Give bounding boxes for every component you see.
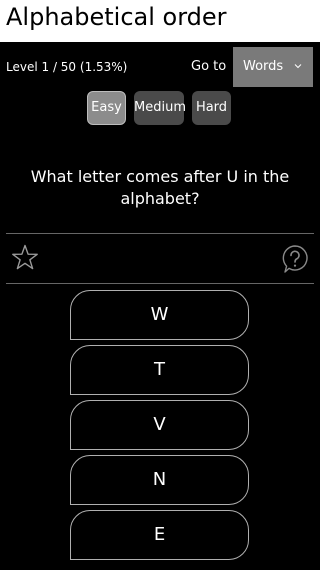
answer-option[interactable]: E bbox=[70, 510, 249, 560]
answer-option[interactable]: W bbox=[70, 290, 249, 340]
title-bar: Alphabetical order bbox=[0, 0, 320, 42]
difficulty-hard-button[interactable]: Hard bbox=[192, 91, 231, 125]
divider-top bbox=[6, 233, 314, 234]
goto-label: Go to bbox=[191, 59, 227, 74]
question-text: What letter comes after U in the alphabe… bbox=[30, 167, 290, 208]
question-icon[interactable] bbox=[281, 244, 309, 274]
page-title: Alphabetical order bbox=[6, 3, 227, 31]
difficulty-easy-button[interactable]: Easy bbox=[87, 91, 126, 125]
star-icon[interactable] bbox=[11, 244, 39, 272]
goto-select-value: Words bbox=[243, 59, 284, 74]
answer-option[interactable]: V bbox=[70, 400, 249, 450]
chevron-down-icon bbox=[294, 64, 302, 69]
goto-select[interactable]: Words bbox=[233, 47, 313, 87]
difficulty-medium-button[interactable]: Medium bbox=[134, 91, 186, 125]
answer-option[interactable]: T bbox=[70, 345, 249, 395]
divider-bottom bbox=[6, 283, 314, 284]
answer-option[interactable]: N bbox=[70, 455, 249, 505]
level-progress: Level 1 / 50 (1.53%) bbox=[6, 60, 128, 74]
